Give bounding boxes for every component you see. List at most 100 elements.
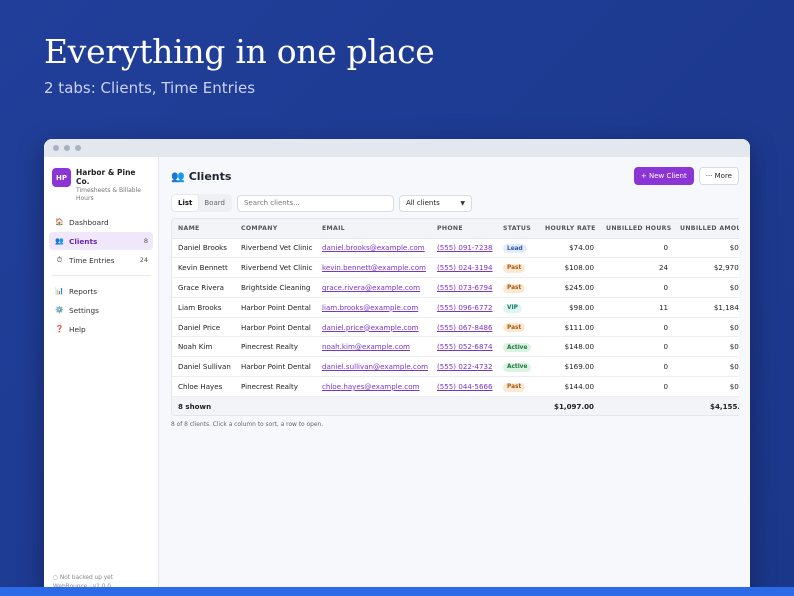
sidebar-item-dashboard[interactable]: 🏠 Dashboard — [49, 213, 153, 231]
brand-logo: HP — [52, 168, 71, 187]
window-dot-close[interactable] — [53, 145, 59, 151]
client-email-link[interactable]: daniel.sullivan@example.com — [322, 362, 428, 371]
table-row[interactable]: Liam Brooks Harbor Point Dental liam.brook… — [172, 297, 739, 318]
unbilled-hours: 0 — [600, 376, 674, 397]
help-icon: ❓ — [55, 325, 64, 333]
client-email-link[interactable]: daniel.brooks@example.com — [322, 243, 425, 252]
chart-icon: 📊 — [55, 287, 64, 295]
unbilled-hours: 0 — [600, 238, 674, 259]
client-email-link[interactable]: grace.rivera@example.com — [322, 283, 420, 292]
client-company: Harbor Point Dental — [235, 356, 316, 378]
table-row[interactable]: Noah Kim Pinecrest Realty noah.kim@example… — [172, 336, 739, 358]
table-note: 8 of 8 clients. Click a column to sort, … — [171, 422, 324, 429]
column-header-unbilled-hours[interactable]: UNBILLED HOURS — [600, 219, 674, 239]
client-phone-link[interactable]: (555) 044-5666 — [437, 382, 492, 391]
gear-icon: ⚙️ — [55, 306, 64, 314]
table-row[interactable]: Daniel Sullivan Harbor Point Dental daniel… — [172, 356, 739, 378]
column-header-status[interactable]: STATUS — [497, 219, 539, 239]
sidebar-item-time-entries[interactable]: ⏱ Time Entries 24 — [49, 251, 153, 269]
client-email-link[interactable]: daniel.price@example.com — [322, 323, 419, 332]
sidebar-item-help[interactable]: ❓ Help — [49, 320, 153, 338]
client-name: Kevin Bennett — [172, 257, 235, 279]
table-row[interactable]: Chloe Hayes Pinecrest Realty chloe.hayes@e… — [172, 376, 739, 397]
sidebar-item-label: Help — [69, 324, 86, 334]
users-icon: 👥 — [171, 169, 185, 183]
client-filter-value: All clients — [405, 199, 440, 207]
unbilled-amount: $0.00 — [674, 317, 739, 338]
client-email-link[interactable]: kevin.bennett@example.com — [322, 263, 426, 272]
window-dot-maximize[interactable] — [75, 145, 81, 151]
client-filter-select[interactable]: All clients ▼ — [398, 194, 472, 212]
column-header-unbilled-amount[interactable]: UNBILLED AMOUNT — [674, 219, 739, 239]
sidebar-item-label: Reports — [69, 286, 97, 296]
sidebar-item-label: Time Entries — [69, 255, 115, 265]
client-name: Liam Brooks — [172, 297, 235, 318]
table-row[interactable]: Grace Rivera Brightside Cleaning grace.riv… — [172, 277, 739, 298]
client-phone-link[interactable]: (555) 073-6794 — [437, 283, 492, 292]
table-footer-row: 8 shown $1,097.00 $4,155.00 — [172, 396, 739, 416]
table-row[interactable]: Daniel Brooks Riverbend Vet Clinic daniel.… — [172, 238, 739, 259]
client-name: Noah Kim — [172, 336, 235, 358]
client-phone-link[interactable]: (555) 022-4732 — [437, 362, 492, 371]
clients-table: NAME COMPANY EMAIL PHONE STATUS HOURLY R… — [171, 218, 739, 417]
sidebar-item-settings[interactable]: ⚙️ Settings — [49, 301, 153, 319]
hourly-rate: $148.00 — [539, 336, 600, 358]
brand-tagline: Timesheets & Billable Hours — [76, 187, 141, 202]
sidebar-item-label: Settings — [69, 305, 99, 315]
window-dot-minimize[interactable] — [64, 145, 70, 151]
view-list-button[interactable]: List — [172, 195, 199, 211]
client-phone-link[interactable]: (555) 091-7238 — [437, 243, 492, 252]
backup-status: ○ Not backed up yet — [53, 575, 114, 582]
table-row[interactable]: Kevin Bennett Riverbend Vet Clinic kevin.b… — [172, 257, 739, 279]
table-toolbar: List Board All clients ▼ — [171, 194, 739, 212]
page-title-text: Clients — [188, 169, 232, 183]
hero-title: Everything in one place — [44, 32, 435, 71]
unbilled-amount: $0.00 — [674, 277, 739, 298]
sidebar-item-count: 24 — [139, 256, 148, 264]
more-button[interactable]: ··· More — [698, 167, 739, 185]
hourly-rate: $245.00 — [539, 277, 600, 298]
client-phone-link[interactable]: (555) 096-6772 — [437, 303, 492, 312]
column-header-email[interactable]: EMAIL — [316, 219, 431, 239]
client-phone-link[interactable]: (555) 024-3194 — [437, 263, 492, 272]
page-header: 👥 Clients + New Client ··· More — [171, 167, 739, 185]
client-company: Riverbend Vet Clinic — [235, 238, 316, 259]
hourly-rate: $98.00 — [539, 297, 600, 318]
search-input[interactable] — [236, 194, 394, 212]
client-phone-link[interactable]: (555) 052-6874 — [437, 342, 492, 351]
view-board-button[interactable]: Board — [198, 195, 231, 211]
client-phone-link[interactable]: (555) 067-8486 — [437, 323, 492, 332]
column-header-phone[interactable]: PHONE — [431, 219, 497, 239]
sidebar: HP Harbor & Pine Co. Timesheets & Billab… — [44, 157, 159, 591]
column-header-name[interactable]: NAME — [172, 219, 235, 239]
sidebar-item-label: Dashboard — [69, 217, 109, 227]
status-badge: Lead — [503, 244, 527, 254]
status-badge: Past — [503, 382, 526, 392]
unbilled-amount: $0.00 — [674, 336, 739, 358]
unbilled-amount: $0.00 — [674, 376, 739, 397]
users-icon: 👥 — [55, 237, 64, 245]
client-name: Chloe Hayes — [172, 376, 235, 397]
client-email-link[interactable]: noah.kim@example.com — [322, 342, 410, 351]
sidebar-item-reports[interactable]: 📊 Reports — [49, 282, 153, 300]
client-company: Harbor Point Dental — [235, 297, 316, 318]
hero-subtitle: 2 tabs: Clients, Time Entries — [44, 79, 256, 97]
table-row[interactable]: Daniel Price Harbor Point Dental daniel.pr… — [172, 317, 739, 338]
sidebar-nav: 🏠 Dashboard 👥 Clients 8 ⏱ Time Entries 2… — [44, 213, 158, 338]
client-company: Pinecrest Realty — [235, 376, 316, 397]
client-email-link[interactable]: chloe.hayes@example.com — [322, 382, 419, 391]
new-client-button[interactable]: + New Client — [633, 167, 694, 185]
column-header-company[interactable]: COMPANY — [235, 219, 316, 239]
unbilled-hours: 0 — [600, 336, 674, 358]
sidebar-item-label: Clients — [69, 236, 98, 246]
main-content: 👥 Clients + New Client ··· More List Boa… — [159, 157, 750, 591]
client-email-link[interactable]: liam.brooks@example.com — [322, 303, 418, 312]
page-title: 👥 Clients — [171, 170, 231, 183]
status-badge: VIP — [503, 303, 522, 313]
unbilled-hours: 0 — [600, 317, 674, 338]
home-icon: 🏠 — [55, 218, 64, 226]
amount-total: $4,155.00 — [674, 396, 739, 416]
sidebar-item-clients[interactable]: 👥 Clients 8 — [49, 232, 153, 250]
column-header-hourly-rate[interactable]: HOURLY RATE — [539, 219, 600, 239]
unbilled-amount: $0.00 — [674, 238, 739, 259]
